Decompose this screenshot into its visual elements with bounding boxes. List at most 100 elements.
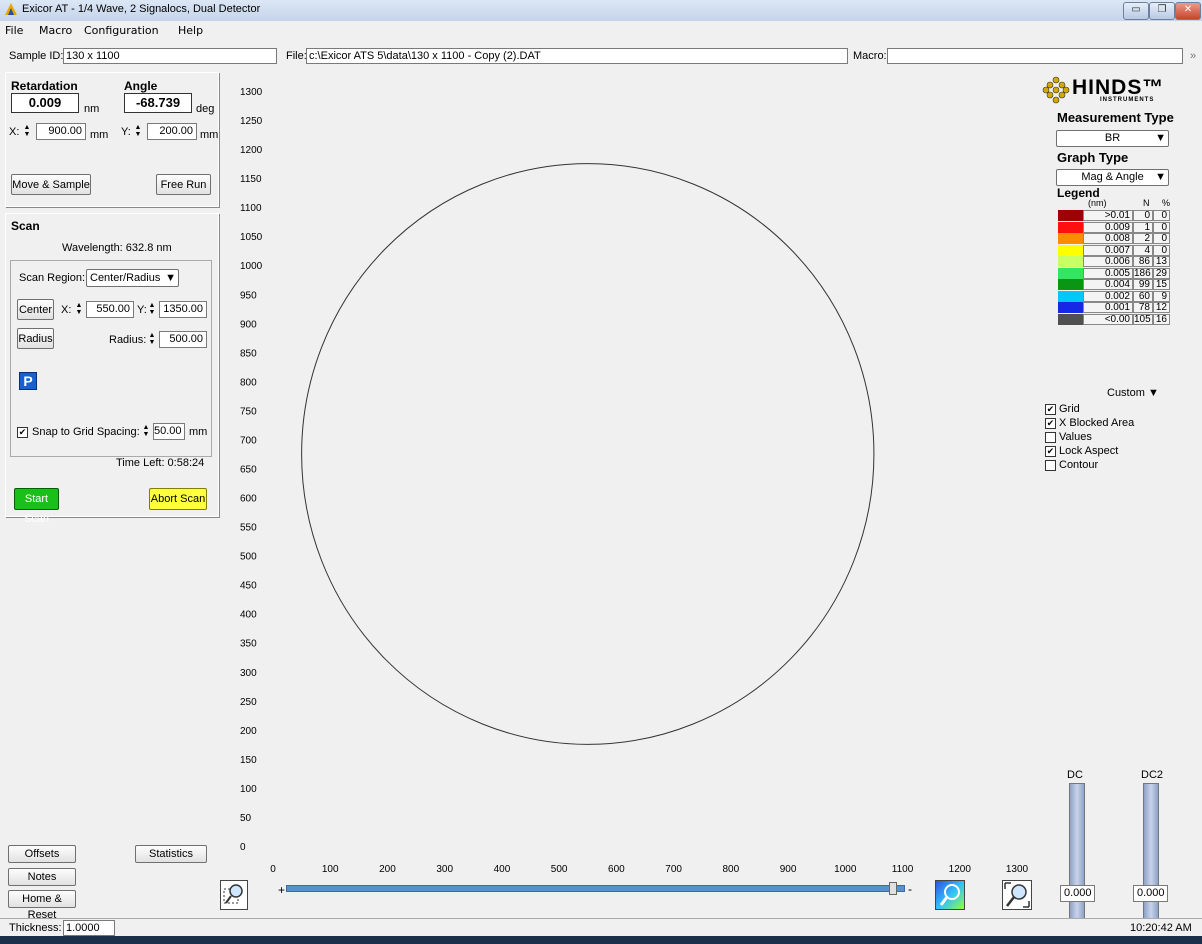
x-tick-label: 800 — [723, 864, 740, 875]
color-map-icon[interactable] — [935, 880, 965, 910]
legend-row: 0.009 1 0 — [1058, 221, 1170, 233]
center-y-spinner-icon[interactable]: ▲ ▼ — [147, 302, 157, 316]
minimize-button[interactable]: ▭ — [1123, 2, 1149, 20]
option-label: Lock Aspect — [1059, 445, 1119, 457]
check-icon: ✔ — [1045, 445, 1056, 457]
close-button[interactable]: ✕ — [1175, 2, 1201, 20]
x-tick-label: 700 — [665, 864, 682, 875]
menu-file[interactable]: File — [5, 24, 23, 37]
retardation-value: 0.009 — [11, 93, 79, 113]
zoom-fit-icon[interactable] — [1002, 880, 1032, 910]
y-tick-label: 250 — [240, 697, 257, 708]
dc-label: DC — [1067, 769, 1083, 781]
y-tick-label: 700 — [240, 435, 257, 446]
radius-field[interactable]: 500.00 — [159, 331, 207, 348]
abort-scan-button[interactable]: Abort Scan — [149, 488, 207, 510]
y-tick-label: 950 — [240, 290, 257, 301]
legend-row: 0.006 86 13 — [1058, 256, 1170, 267]
option-checkbox[interactable]: ✔ X Blocked Area — [1045, 417, 1134, 429]
file-field[interactable]: c:\Exicor ATS 5\data\130 x 1100 - Copy (… — [306, 48, 848, 64]
x-tick-label: 1000 — [834, 864, 857, 875]
measurement-type-select[interactable]: BR ▼ — [1056, 130, 1169, 147]
legend-percent: 0 — [1153, 221, 1170, 233]
dc2-value-field: 0.000 — [1133, 885, 1168, 902]
x-pos-field[interactable]: 900.00 — [36, 123, 86, 140]
legend-swatch[interactable] — [1058, 279, 1083, 290]
option-checkbox[interactable]: Contour — [1045, 459, 1098, 471]
x-axis: 0 100 200 300 400 500 600 700 800 900 1000 1100 1200… — [270, 864, 1028, 875]
menu-help[interactable]: Help — [178, 24, 203, 37]
maximize-button[interactable]: ❐ — [1149, 2, 1175, 20]
title-bar: Exicor AT - 1/4 Wave, 2 Signalocs, Dual … — [0, 0, 1202, 21]
legend-swatch[interactable] — [1058, 313, 1083, 325]
legend-swatch[interactable] — [1058, 290, 1083, 302]
legend-range: 0.004 — [1083, 279, 1133, 290]
legend-swatch[interactable] — [1058, 221, 1083, 233]
scan-region-value: Center/Radius — [90, 272, 161, 284]
scan-region-select[interactable]: Center/Radius ▼ — [86, 269, 179, 287]
home-reset-button[interactable]: Home & Reset — [8, 890, 76, 921]
custom-legend-select[interactable]: Custom ▼ — [1107, 387, 1159, 399]
center-y-field[interactable]: 1350.00 — [159, 301, 207, 318]
x-tick-label: 1300 — [1006, 864, 1029, 875]
option-checkbox[interactable]: ✔ Grid — [1045, 403, 1080, 415]
legend-row: <0.00 105 16 — [1058, 313, 1170, 325]
x-tick-label: 100 — [322, 864, 339, 875]
y-pos-field[interactable]: 200.00 — [147, 123, 197, 140]
legend-count: 0 — [1133, 210, 1153, 221]
menu-macro[interactable]: Macro — [39, 24, 72, 37]
offsets-button[interactable]: Offsets — [8, 845, 76, 863]
zoom-slider-thumb[interactable] — [888, 882, 897, 895]
y-tick-label: 1150 — [240, 174, 262, 185]
y-pos-spinner-icon[interactable]: ▲ ▼ — [133, 124, 143, 138]
start-scan-button[interactable]: Start Scan — [14, 488, 59, 525]
radius-spinner-icon[interactable]: ▲ ▼ — [147, 332, 157, 346]
scan-plot[interactable]: 0 50 100 150 200 250 300 350 400 450 500 550 600 650 7… — [220, 68, 1050, 918]
legend-percent: 0 — [1153, 244, 1170, 256]
center-x-field[interactable]: 550.00 — [86, 301, 134, 318]
x-tick-label: 1200 — [949, 864, 972, 875]
option-checkbox[interactable]: Values — [1045, 431, 1092, 443]
snap-grid-field[interactable]: 50.00 — [153, 423, 185, 440]
legend-percent: 0 — [1153, 210, 1170, 221]
statistics-button[interactable]: Statistics — [135, 845, 207, 863]
legend-count: 86 — [1133, 256, 1153, 267]
free-run-button[interactable]: Free Run — [156, 174, 211, 195]
legend-swatch[interactable] — [1058, 210, 1083, 221]
move-sample-button[interactable]: Move & Sample — [11, 174, 91, 195]
legend-swatch[interactable] — [1058, 256, 1083, 267]
center-button[interactable]: Center — [17, 299, 54, 320]
legend-count: 60 — [1133, 290, 1153, 302]
legend-swatch[interactable] — [1058, 233, 1083, 244]
menu-configuration[interactable]: Configuration — [84, 24, 159, 37]
legend-row: 0.007 4 0 — [1058, 244, 1170, 256]
thickness-label: Thickness: — [9, 922, 62, 934]
notes-button[interactable]: Notes — [8, 868, 76, 886]
x-pos-spinner-icon[interactable]: ▲ ▼ — [22, 124, 32, 138]
x-pos-label: X: — [9, 126, 20, 138]
legend-swatch[interactable] — [1058, 267, 1083, 279]
legend-swatch[interactable] — [1058, 302, 1083, 313]
zoom-in-label[interactable]: + — [278, 883, 285, 897]
zoom-out-label[interactable]: - — [908, 882, 912, 896]
radius-button[interactable]: Radius — [17, 328, 54, 349]
legend-swatch[interactable] — [1058, 244, 1083, 256]
pattern-icon[interactable]: P — [19, 372, 37, 390]
option-checkbox[interactable]: ✔ Lock Aspect — [1045, 445, 1118, 457]
legend-range: <0.00 — [1083, 313, 1133, 325]
sample-id-field[interactable]: 130 x 1100 — [63, 48, 277, 64]
macro-field[interactable] — [887, 48, 1183, 64]
legend-count: 2 — [1133, 233, 1153, 244]
legend-row: 0.002 60 9 — [1058, 290, 1170, 302]
y-tick-label: 1050 — [240, 232, 263, 243]
center-x-spinner-icon[interactable]: ▲ ▼ — [74, 302, 84, 316]
graph-type-select[interactable]: Mag & Angle ▼ — [1056, 169, 1169, 186]
legend-unit: (nm) — [1088, 198, 1107, 208]
thickness-field[interactable]: 1.0000 — [63, 920, 115, 936]
center-x-label: X: — [61, 304, 72, 316]
zoom-slider-track[interactable] — [286, 885, 905, 892]
snap-grid-spinner-icon[interactable]: ▲ ▼ — [141, 424, 151, 438]
zoom-select-icon[interactable] — [220, 880, 248, 910]
snap-grid-checkbox[interactable]: ✔ — [17, 426, 28, 438]
expand-icon[interactable]: » — [1190, 50, 1196, 62]
